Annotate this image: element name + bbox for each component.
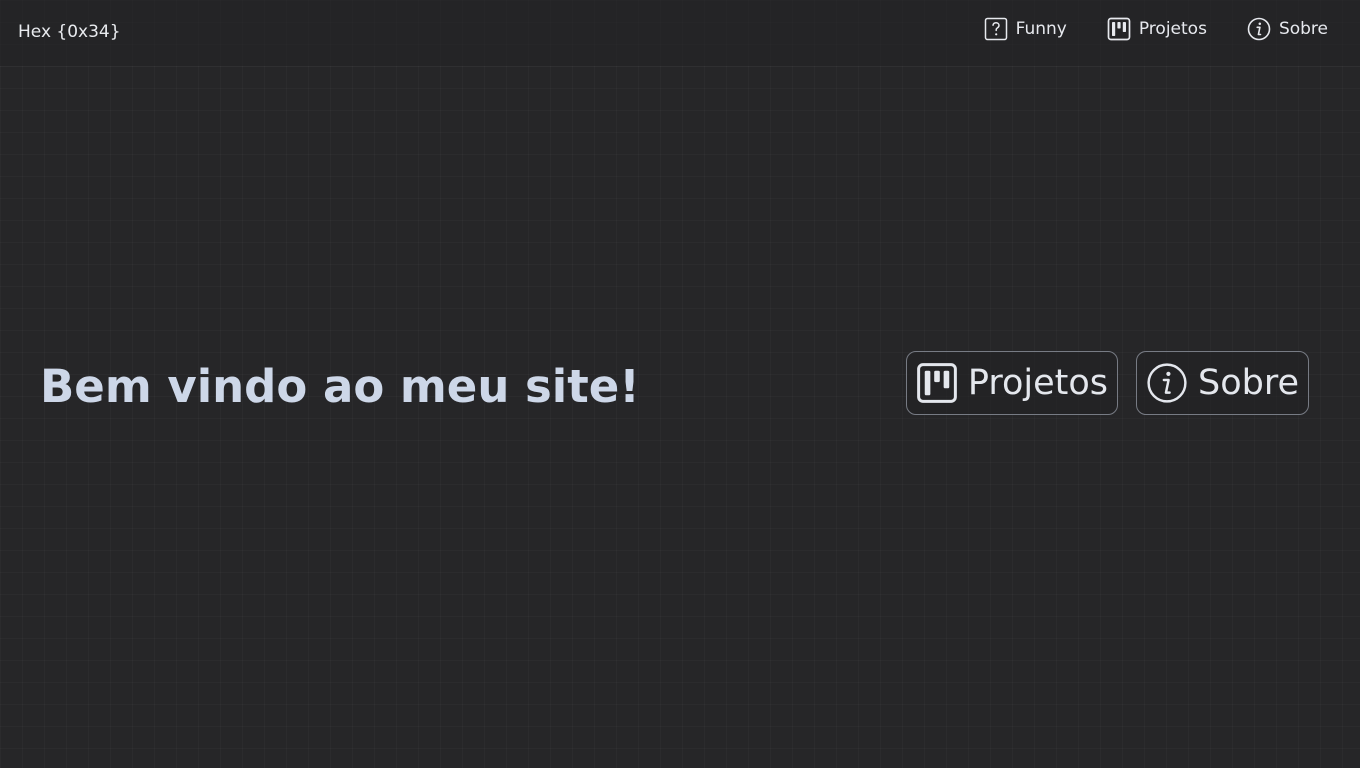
hero-actions: Projetos Sobre: [905, 351, 1309, 415]
projetos-button[interactable]: Projetos: [905, 351, 1118, 415]
main-nav: Funny Projetos Sobre: [984, 17, 1328, 41]
projetos-button-label: Projetos: [967, 363, 1108, 403]
kanban-icon: [916, 362, 958, 404]
info-circle-icon: [1247, 17, 1271, 41]
nav-projetos-link[interactable]: Projetos: [1107, 17, 1207, 41]
sobre-button-label: Sobre: [1197, 363, 1299, 403]
nav-funny-label: Funny: [1015, 19, 1067, 39]
sobre-button[interactable]: Sobre: [1135, 351, 1309, 415]
nav-sobre-link[interactable]: Sobre: [1247, 17, 1328, 41]
site-brand[interactable]: Hex {0x34}: [18, 21, 121, 43]
info-circle-icon: [1146, 362, 1188, 404]
page-title: Bem vindo ao meu site!: [40, 360, 640, 413]
nav-funny-link[interactable]: Funny: [984, 17, 1067, 41]
kanban-icon: [1107, 17, 1131, 41]
nav-projetos-label: Projetos: [1138, 19, 1207, 39]
top-navbar: Hex {0x34} Funny Projetos Sobre: [0, 0, 1360, 66]
question-square-icon: [984, 17, 1008, 41]
nav-sobre-label: Sobre: [1278, 19, 1328, 39]
